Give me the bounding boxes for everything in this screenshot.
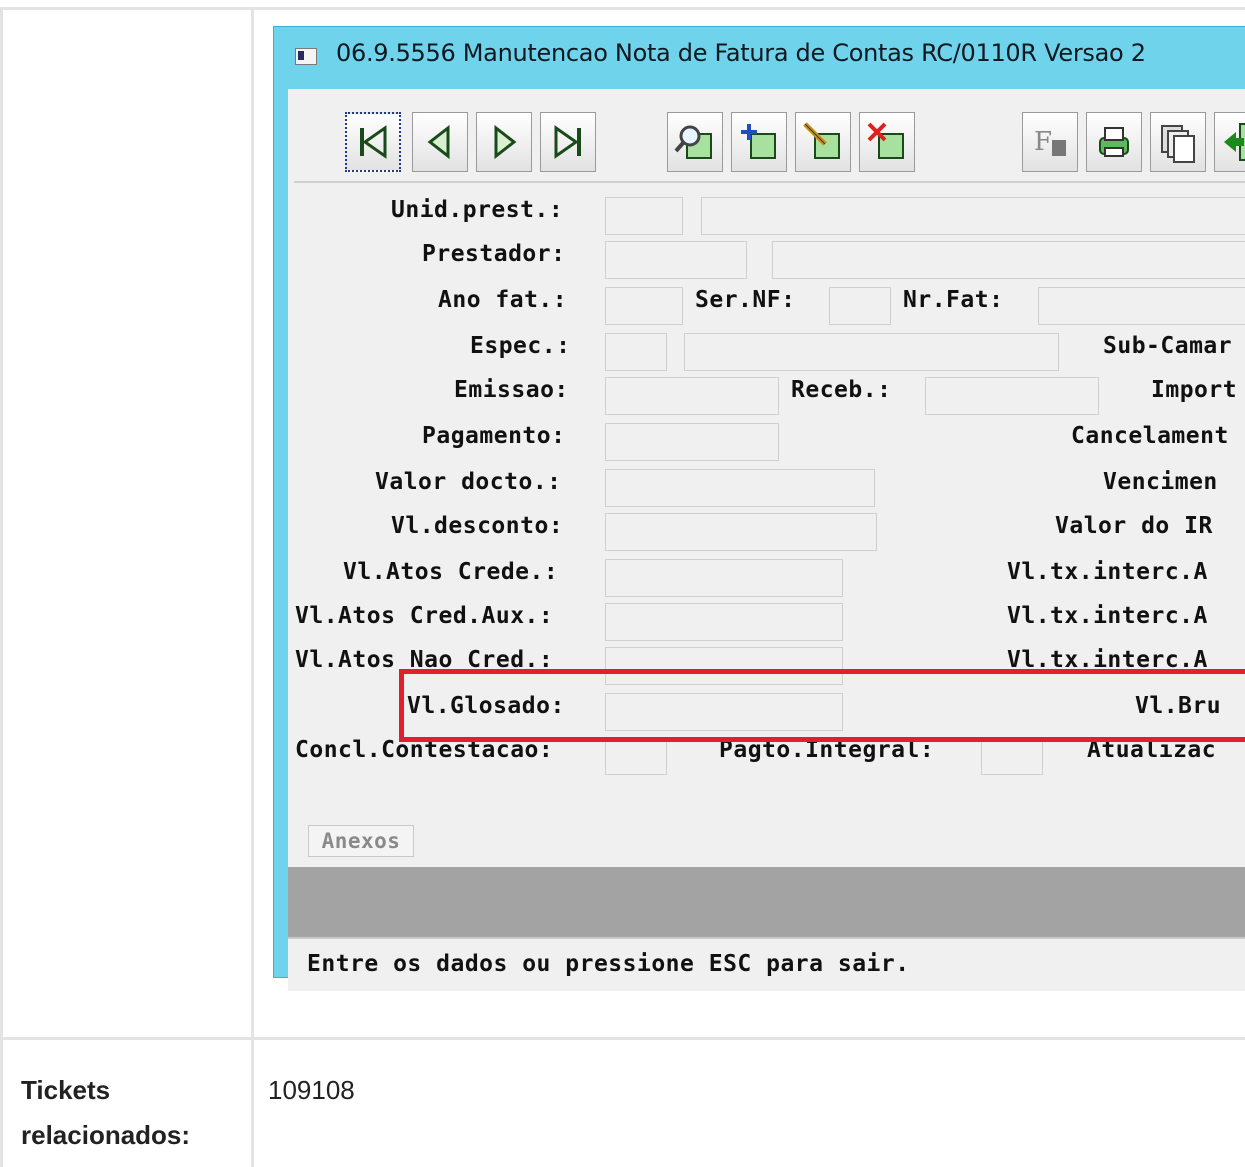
label-vl-atos-crede: Vl.Atos Crede.: [343, 559, 559, 585]
previous-record-icon [427, 124, 450, 160]
delete-record-button[interactable] [859, 112, 915, 172]
emissao-input[interactable] [605, 377, 779, 415]
last-record-button[interactable] [540, 112, 596, 172]
espec-input[interactable] [605, 333, 667, 371]
label-valor-docto: Valor docto.: [375, 469, 562, 495]
previous-record-button[interactable] [412, 112, 468, 172]
table-border-top [0, 7, 1245, 10]
vl-desconto-input[interactable] [605, 513, 877, 551]
anexos-button[interactable]: Anexos [308, 825, 414, 857]
label-prestador: Prestador: [422, 241, 566, 267]
svg-text:F: F [1034, 127, 1052, 157]
copy-button[interactable] [1150, 112, 1206, 172]
label-import: Import [1151, 377, 1238, 403]
window-app-icon [295, 48, 317, 65]
label-vl-tx-interc-1: Vl.tx.interc.A [1007, 559, 1208, 585]
last-record-icon [554, 125, 581, 159]
status-bar: Entre os dados ou pressione ESC para sai… [288, 937, 1245, 991]
label-vl-tx-interc-2: Vl.tx.interc.A [1007, 603, 1208, 629]
valor-docto-input[interactable] [605, 469, 875, 507]
application-window: 06.9.5556 Manutencao Nota de Fatura de C… [273, 26, 1245, 991]
first-record-button[interactable] [345, 112, 401, 172]
label-vencimen: Vencimen [1103, 469, 1218, 495]
label-pagamento: Pagamento: [422, 423, 566, 449]
prestador-desc-input[interactable] [772, 241, 1245, 279]
label-espec: Espec.: [470, 333, 571, 359]
ser-nf-input[interactable] [829, 287, 891, 325]
next-record-icon [494, 124, 517, 160]
table-border-middle [0, 1037, 1245, 1040]
edit-record-button[interactable] [795, 112, 851, 172]
print-button[interactable] [1086, 112, 1142, 172]
tickets-label-text: Tickets relacionados: [21, 1075, 191, 1150]
receb-input[interactable] [925, 377, 1099, 415]
delete-x-icon [867, 122, 904, 159]
tickets-label: Tickets relacionados: [21, 1068, 221, 1158]
status-message: Entre os dados ou pressione ESC para sai… [307, 951, 910, 977]
label-sub-camar: Sub-Camar [1103, 333, 1233, 359]
toolbar: F [294, 95, 1245, 183]
gray-panel [288, 867, 1245, 937]
label-nr-fat: Nr.Fat: [903, 287, 1004, 313]
ano-fat-input[interactable] [605, 287, 683, 325]
pagamento-input[interactable] [605, 423, 779, 461]
next-record-button[interactable] [476, 112, 532, 172]
printer-icon [1099, 127, 1129, 157]
tickets-value: 109108 [268, 1075, 355, 1105]
copy-pages-icon [1161, 125, 1195, 163]
window-title: 06.9.5556 Manutencao Nota de Fatura de C… [336, 39, 1146, 67]
concl-contestacao-input[interactable] [605, 737, 667, 775]
label-cancelament: Cancelament [1071, 423, 1229, 449]
pagto-integral-input[interactable] [981, 737, 1043, 775]
vl-atos-crede-input[interactable] [605, 559, 843, 597]
formula-button[interactable]: F [1022, 112, 1078, 172]
label-emissao: Emissao: [454, 377, 569, 403]
exit-door-icon [1224, 123, 1245, 161]
table-border-left [0, 8, 3, 1167]
unid-prest-input[interactable] [605, 197, 683, 235]
add-icon [741, 124, 776, 159]
highlight-annotation [399, 669, 1245, 742]
label-ano-fat: Ano fat.: [438, 287, 568, 313]
unid-prest-desc-input[interactable] [701, 197, 1245, 235]
espec-desc-input[interactable] [684, 333, 1059, 371]
first-record-icon [360, 125, 387, 159]
label-valor-do-ir: Valor do IR [1055, 513, 1213, 539]
exit-button[interactable] [1214, 112, 1245, 172]
nr-fat-input[interactable] [1038, 287, 1245, 325]
table-border-divider [251, 8, 254, 1167]
vl-atos-cred-aux-input[interactable] [605, 603, 843, 641]
formula-f-icon: F [1034, 127, 1066, 157]
label-vl-desconto: Vl.desconto: [391, 513, 564, 539]
add-record-button[interactable] [731, 112, 787, 172]
magnifier-icon [674, 125, 712, 159]
label-vl-atos-cred-aux: Vl.Atos Cred.Aux.: [295, 603, 554, 629]
label-unid-prest: Unid.prest.: [391, 197, 564, 223]
edit-pencil-icon [803, 122, 840, 159]
search-button[interactable] [667, 112, 723, 172]
label-receb: Receb.: [791, 377, 892, 403]
window-client-area: F Unid.prest.: Prestador: Ano fat.: Ser.… [288, 89, 1245, 991]
prestador-input[interactable] [605, 241, 747, 279]
label-ser-nf: Ser.NF: [695, 287, 796, 313]
